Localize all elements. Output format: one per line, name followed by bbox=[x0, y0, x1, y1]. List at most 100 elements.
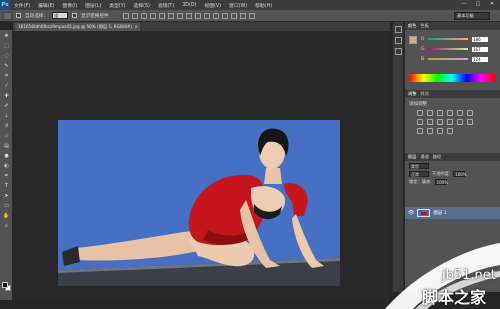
history-panel-icon[interactable] bbox=[394, 26, 402, 33]
distribute-left-icon[interactable] bbox=[203, 12, 210, 19]
move-tool-icon[interactable]: ✥ bbox=[2, 32, 11, 40]
slider-r[interactable]: R 186 bbox=[421, 36, 496, 42]
type-tool-icon[interactable]: T bbox=[2, 182, 11, 190]
minimize-button[interactable]: — bbox=[460, 1, 468, 7]
distribute-top-icon[interactable] bbox=[176, 12, 183, 19]
lasso-tool-icon[interactable]: ◌ bbox=[2, 52, 11, 60]
slider-b-value[interactable]: 124 bbox=[472, 56, 488, 62]
layer-kind-filter[interactable]: 类型 bbox=[409, 163, 429, 169]
slider-g-value[interactable]: 167 bbox=[472, 46, 488, 52]
invert-icon[interactable] bbox=[417, 128, 423, 134]
channel-mixer-icon[interactable] bbox=[457, 119, 463, 125]
eyedropper-tool-icon[interactable]: ⁄ bbox=[2, 82, 11, 90]
gradient-tool-icon[interactable]: ▤ bbox=[2, 142, 11, 150]
gradient-map-icon[interactable] bbox=[467, 110, 473, 116]
menu-window[interactable]: 窗口(W) bbox=[225, 2, 251, 9]
selective-color-icon[interactable] bbox=[447, 128, 453, 134]
properties-panel-icon[interactable] bbox=[394, 37, 402, 44]
foreground-color-chip[interactable] bbox=[409, 36, 417, 44]
tab-paths[interactable]: 路径 bbox=[433, 154, 441, 160]
align-top-icon[interactable] bbox=[122, 12, 129, 19]
workspace-switcher[interactable]: 基本功能 bbox=[454, 12, 490, 20]
marquee-tool-icon[interactable]: ⬚ bbox=[2, 42, 11, 50]
menu-filter[interactable]: 滤镜(T) bbox=[154, 2, 178, 9]
close-tab-icon[interactable]: × bbox=[134, 23, 138, 31]
3d-mode-icon[interactable] bbox=[239, 12, 246, 19]
maximize-button[interactable]: □ bbox=[474, 1, 482, 7]
slider-r-track[interactable] bbox=[428, 38, 468, 40]
clone-stamp-tool-icon[interactable]: ⊥ bbox=[2, 112, 11, 120]
brightness-icon[interactable] bbox=[417, 110, 423, 116]
healing-brush-tool-icon[interactable]: ✚ bbox=[2, 92, 11, 100]
opacity-input[interactable]: 100% bbox=[453, 171, 467, 177]
slider-g-track[interactable] bbox=[428, 48, 468, 50]
layer-row[interactable]: 👁 图层 1 bbox=[405, 207, 500, 219]
tab-channels[interactable]: 通道 bbox=[420, 154, 428, 160]
posterize-icon[interactable] bbox=[427, 128, 433, 134]
distribute-hcenter-icon[interactable] bbox=[212, 12, 219, 19]
foreground-color-swatch[interactable] bbox=[2, 282, 8, 288]
align-hcenter-icon[interactable] bbox=[158, 12, 165, 19]
distribute-vcenter-icon[interactable] bbox=[185, 12, 192, 19]
move-tool-preset-icon[interactable] bbox=[3, 11, 12, 20]
tab-layers[interactable]: 图层 bbox=[408, 154, 416, 160]
path-select-tool-icon[interactable]: ➤ bbox=[2, 192, 11, 200]
color-spectrum[interactable] bbox=[409, 74, 495, 82]
menu-type[interactable]: 类型(Y) bbox=[105, 2, 129, 9]
black-white-icon[interactable] bbox=[437, 119, 443, 125]
auto-align-icon[interactable] bbox=[230, 12, 237, 19]
hue-saturation-icon[interactable] bbox=[417, 119, 423, 125]
info-panel-icon[interactable] bbox=[394, 48, 402, 55]
menu-edit[interactable]: 编辑(E) bbox=[34, 2, 58, 9]
photo-filter-icon[interactable] bbox=[447, 119, 453, 125]
slider-b-track[interactable] bbox=[428, 58, 468, 60]
menu-layer[interactable]: 图层(L) bbox=[81, 2, 105, 9]
menu-image[interactable]: 图像(I) bbox=[58, 2, 81, 9]
color-lookup-icon[interactable] bbox=[467, 119, 473, 125]
quick-select-tool-icon[interactable]: ✎ bbox=[2, 62, 11, 70]
fill-input[interactable]: 100% bbox=[434, 179, 448, 185]
pen-tool-icon[interactable]: ✒ bbox=[2, 172, 11, 180]
menu-file[interactable]: 文件(F) bbox=[10, 2, 34, 9]
eraser-tool-icon[interactable]: ▱ bbox=[2, 132, 11, 140]
visibility-eye-icon[interactable]: 👁 bbox=[408, 210, 414, 216]
threshold-icon[interactable] bbox=[437, 128, 443, 134]
tab-styles[interactable]: 样式 bbox=[420, 91, 428, 97]
menu-help[interactable]: 帮助(H) bbox=[251, 2, 276, 9]
vibrance-icon[interactable] bbox=[457, 110, 463, 116]
slider-r-value[interactable]: 186 bbox=[472, 36, 488, 42]
blend-mode-select[interactable]: 正常 bbox=[409, 171, 429, 177]
distribute-bottom-icon[interactable] bbox=[194, 12, 201, 19]
brush-tool-icon[interactable]: ✐ bbox=[2, 102, 11, 110]
menu-3d[interactable]: 3D(D) bbox=[178, 3, 200, 8]
align-right-icon[interactable] bbox=[167, 12, 174, 19]
align-left-icon[interactable] bbox=[149, 12, 156, 19]
history-brush-tool-icon[interactable]: ↺ bbox=[2, 122, 11, 130]
menu-view[interactable]: 视图(V) bbox=[200, 2, 225, 9]
align-bottom-icon[interactable] bbox=[140, 12, 147, 19]
blur-tool-icon[interactable]: ● bbox=[2, 152, 11, 160]
layer-name[interactable]: 图层 1 bbox=[433, 210, 446, 216]
tab-color[interactable]: 颜色 bbox=[408, 23, 416, 29]
dodge-tool-icon[interactable]: ◐ bbox=[2, 162, 11, 170]
show-transform-checkbox[interactable] bbox=[71, 13, 77, 18]
tab-adjustments[interactable]: 调整 bbox=[408, 91, 416, 97]
align-vcenter-icon[interactable] bbox=[131, 12, 138, 19]
curves-icon[interactable] bbox=[437, 110, 443, 116]
close-button[interactable]: ✕ bbox=[488, 1, 496, 7]
document-tab[interactable]: 181656tdh6fbcz9mpuz45.jpg @ 50% (图层 1, R… bbox=[15, 23, 140, 31]
zoom-tool-icon[interactable]: ⌕ bbox=[2, 222, 11, 230]
menu-select[interactable]: 选择(S) bbox=[130, 2, 154, 9]
tab-swatches[interactable]: 色板 bbox=[420, 23, 428, 29]
distribute-right-icon[interactable] bbox=[221, 12, 228, 19]
rectangle-tool-icon[interactable]: ▭ bbox=[2, 202, 11, 210]
auto-select-dropdown[interactable]: 组 bbox=[51, 12, 68, 19]
crop-tool-icon[interactable]: ⌗ bbox=[2, 72, 11, 80]
color-balance-icon[interactable] bbox=[427, 119, 433, 125]
document-image[interactable] bbox=[58, 120, 340, 286]
slider-g[interactable]: G 167 bbox=[421, 46, 496, 52]
3d-rotate-icon[interactable] bbox=[248, 12, 255, 19]
exposure-icon[interactable] bbox=[447, 110, 453, 116]
slider-b[interactable]: B 124 bbox=[421, 56, 496, 62]
auto-select-checkbox[interactable] bbox=[16, 13, 21, 18]
